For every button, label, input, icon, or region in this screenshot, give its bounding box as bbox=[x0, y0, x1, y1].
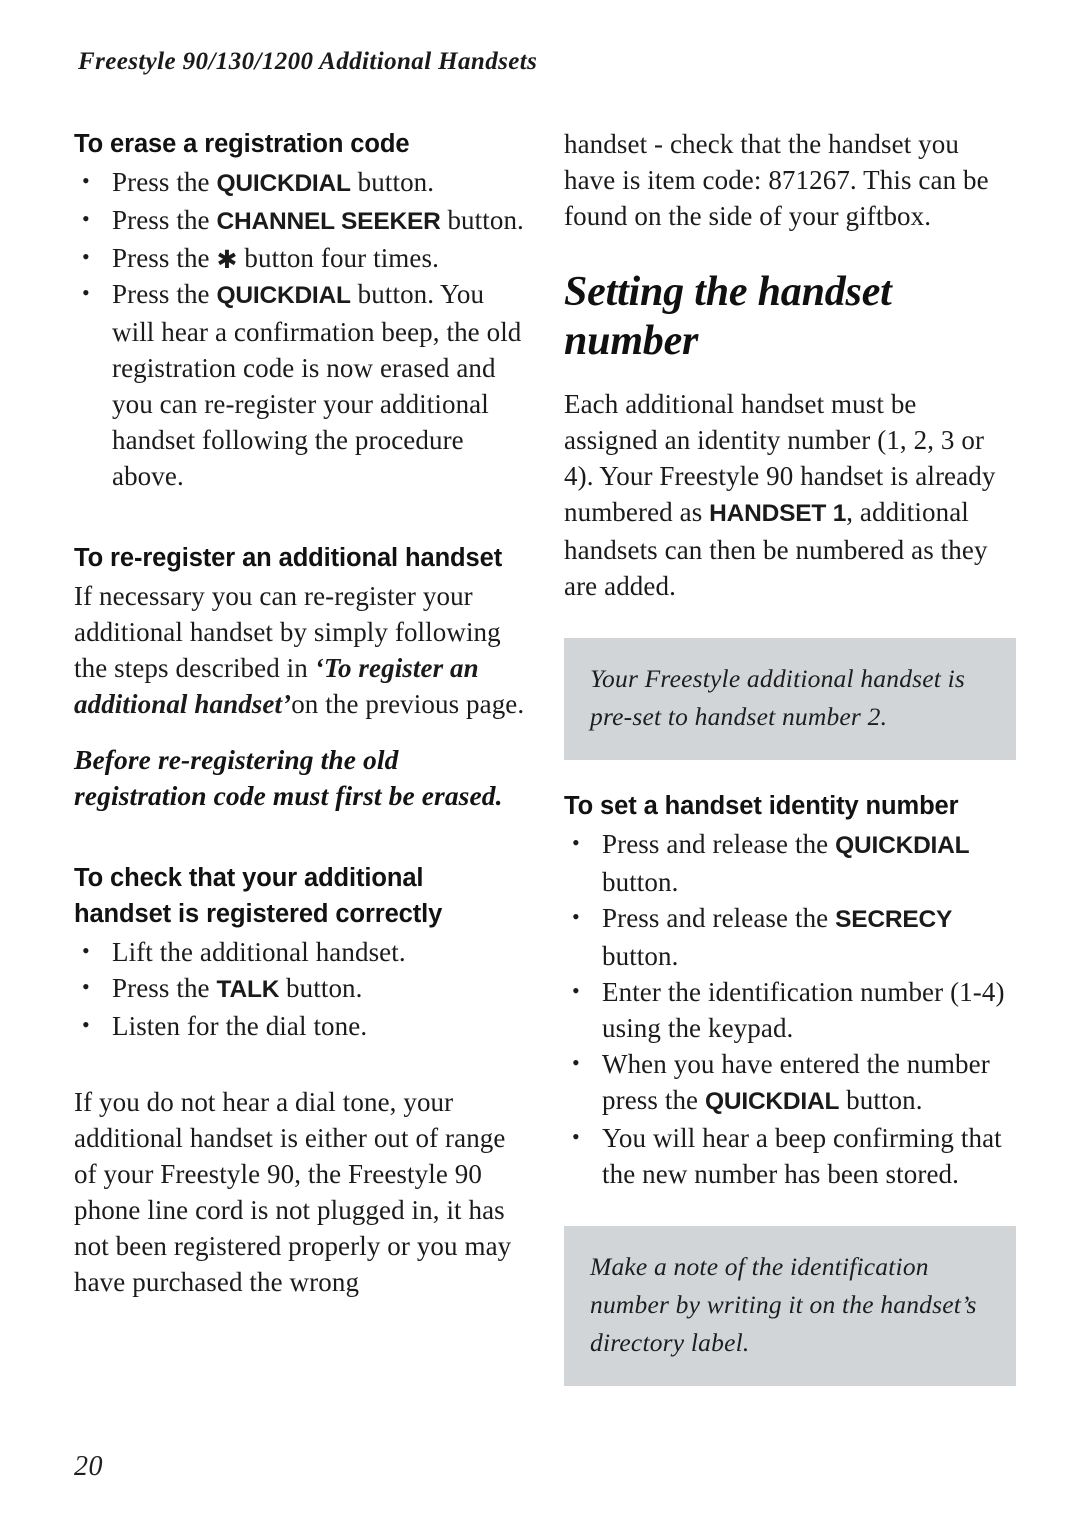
list-item: When you have entered the number press t… bbox=[564, 1045, 1016, 1120]
paragraph-item-code: handset - check that the handset you hav… bbox=[564, 129, 989, 231]
bullet-text-post: button. bbox=[602, 867, 679, 897]
list-item: Press and release the SECRECY button. bbox=[564, 899, 1016, 974]
list-item: Press the ✱ button four times. bbox=[74, 239, 526, 276]
list-item: Lift the additional handset. bbox=[74, 933, 526, 970]
button-name-label: TALK bbox=[216, 976, 280, 1003]
note-box-write-number: Make a note of the identification number… bbox=[564, 1226, 1016, 1386]
bullet-text-post: button. bbox=[350, 167, 435, 197]
manual-page: Freestyle 90/130/1200 Additional Handset… bbox=[0, 0, 1080, 1533]
list-item: Press and release the QUICKDIAL button. bbox=[564, 825, 1016, 900]
button-name-label: QUICKDIAL bbox=[216, 170, 352, 197]
left-column: To erase a registration code Press the Q… bbox=[74, 126, 526, 1300]
list-item: You will hear a beep confirming that the… bbox=[564, 1119, 1016, 1192]
button-name-label: QUICKDIAL bbox=[704, 1088, 840, 1115]
button-name-label: QUICKDIAL bbox=[835, 832, 970, 859]
paragraph-identity-number: Each additional handset must be assigned… bbox=[564, 386, 1016, 604]
bullet-text-pre: Enter the identification number (1-4) us… bbox=[602, 977, 1005, 1043]
bullet-text-pre: Press the bbox=[112, 243, 217, 273]
heading-erase-registration-code: To erase a registration code bbox=[74, 130, 410, 158]
right-column: handset - check that the handset you hav… bbox=[564, 126, 1016, 1386]
list-item: Press the QUICKDIAL button. You will hea… bbox=[74, 275, 526, 494]
list-item: Enter the identification number (1-4) us… bbox=[564, 973, 1016, 1046]
bullet-text-pre: Press and release the bbox=[602, 903, 836, 933]
page-number: 20 bbox=[74, 1451, 103, 1482]
bullet-text-pre: Press the bbox=[112, 279, 217, 309]
note-text: Make a note of the identification number… bbox=[590, 1252, 977, 1357]
bullet-text-pre: Press the bbox=[112, 167, 217, 197]
bullet-text-pre: Press and release the bbox=[602, 829, 836, 859]
asterisk-key-icon: ✱ bbox=[216, 245, 238, 274]
bullet-text-pre: Lift the additional handset. bbox=[112, 937, 406, 967]
list-item: Press the QUICKDIAL button. bbox=[74, 163, 526, 202]
bullet-text-post: button. bbox=[839, 1085, 923, 1115]
running-header: Freestyle 90/130/1200 Additional Handset… bbox=[78, 48, 538, 75]
paragraph-no-dial-tone: If you do not hear a dial tone, your add… bbox=[74, 1087, 512, 1297]
bullet-text-post: button four times. bbox=[237, 243, 439, 273]
list-item: Press the TALK button. bbox=[74, 969, 526, 1008]
bullet-text-post: button. bbox=[440, 205, 524, 235]
bullet-list-check-registration: Lift the additional handset. Press the T… bbox=[74, 933, 526, 1044]
note-box-preset-number: Your Freestyle additional handset is pre… bbox=[564, 638, 1016, 760]
paragraph-text-post: on the previous page. bbox=[291, 689, 525, 719]
bullet-text-pre: Press the bbox=[112, 205, 217, 235]
bullet-text-post: button. bbox=[279, 973, 363, 1003]
button-name-label: CHANNEL SEEKER bbox=[216, 208, 441, 235]
bullet-text-pre: Listen for the dial tone. bbox=[112, 1011, 368, 1041]
heading-set-identity-number: To set a handset identity number bbox=[564, 792, 959, 820]
list-item: Listen for the dial tone. bbox=[74, 1007, 526, 1044]
body-columns: To erase a registration code Press the Q… bbox=[0, 126, 1080, 1426]
button-name-label: QUICKDIAL bbox=[216, 282, 352, 309]
button-name-label: SECRECY bbox=[835, 906, 953, 933]
emphasis-erase-first: Before re-registering the old registrati… bbox=[74, 744, 503, 811]
bullet-text-post: button. You will hear a confirmation bee… bbox=[112, 279, 522, 491]
page-title: Setting the handset number bbox=[564, 269, 892, 364]
bullet-list-set-identity: Press and release the QUICKDIAL button. … bbox=[564, 825, 1016, 1192]
bullet-text-pre: You will hear a beep confirming that the… bbox=[602, 1123, 1002, 1189]
note-text: Your Freestyle additional handset is pre… bbox=[590, 664, 966, 731]
heading-check-registered-correctly: To check that your additional handset is… bbox=[74, 864, 443, 928]
bullet-list-erase-code: Press the QUICKDIAL button. Press the CH… bbox=[74, 163, 526, 494]
list-item: Press the CHANNEL SEEKER button. bbox=[74, 201, 526, 240]
bullet-text-post: button. bbox=[602, 941, 679, 971]
heading-re-register-handset: To re-register an additional handset bbox=[74, 544, 503, 572]
handset-label: HANDSET 1 bbox=[709, 500, 847, 527]
paragraph-re-register: If necessary you can re-register your ad… bbox=[74, 578, 526, 722]
bullet-text-pre: Press the bbox=[112, 973, 217, 1003]
